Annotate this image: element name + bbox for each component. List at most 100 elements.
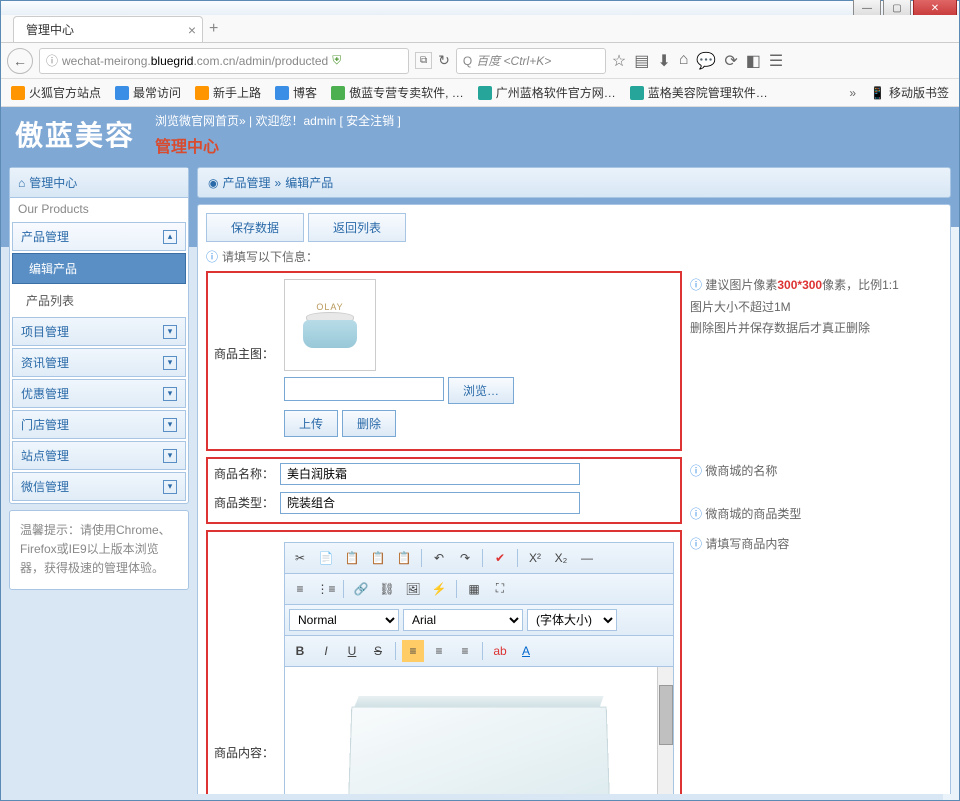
spellcheck-icon[interactable]: ✔ <box>489 547 511 569</box>
menu-icon[interactable]: ☰ <box>769 51 783 71</box>
browser-navbar: ← ⓘ wechat-meirong.bluegrid.com.cn/admin… <box>1 43 959 79</box>
image-icon[interactable]: 🖼 <box>402 578 424 600</box>
search-icon: Q <box>463 54 472 68</box>
editor-toolbar-4: B I U S ≡ ≡ ≡ ab <box>284 636 674 667</box>
textcolor-icon[interactable]: A <box>515 640 537 662</box>
size-select[interactable]: (字体大小) <box>527 609 617 631</box>
sidebar-item-products[interactable]: 产品管理▴ <box>12 222 186 251</box>
aside-image-tip: ⓘ 建议图片像素300*300像素，比例1:1 图片大小不超过1M 删除图片并保… <box>682 271 942 457</box>
pocket-icon[interactable]: ⧉ <box>415 52 432 69</box>
product-type-input[interactable] <box>280 492 580 514</box>
bookmark-firefox[interactable]: 火狐官方站点 <box>11 84 101 101</box>
flash-icon[interactable]: ⚡ <box>428 578 450 600</box>
url-bar[interactable]: ⓘ wechat-meirong.bluegrid.com.cn/admin/p… <box>39 48 409 74</box>
subscript-icon[interactable]: X₂ <box>550 547 572 569</box>
ol-icon[interactable]: ≡ <box>289 578 311 600</box>
chevron-up-icon: ▴ <box>163 230 177 244</box>
unlink-icon[interactable]: ⛓ <box>376 578 398 600</box>
file-path-input[interactable] <box>284 377 444 401</box>
download-icon[interactable]: ⬇ <box>657 51 670 71</box>
sidebar-item-projects[interactable]: 项目管理▾ <box>12 317 186 346</box>
fullscreen-icon[interactable]: ⛶ <box>489 578 511 600</box>
home-icon[interactable]: ⌂ <box>679 51 689 71</box>
bookmarks-bar: 火狐官方站点 最常访问 新手上路 博客 傲蓝专营专卖软件, … 广州蓝格软件官方… <box>1 79 959 107</box>
font-select[interactable]: Arial <box>403 609 523 631</box>
label-image: 商品主图： <box>210 275 280 370</box>
paste-word-icon[interactable]: 📋 <box>393 547 415 569</box>
chevron-down-icon: ▾ <box>163 325 177 339</box>
bookmark-blog[interactable]: 博客 <box>275 84 317 101</box>
product-name-input[interactable] <box>280 463 580 485</box>
bold-icon[interactable]: B <box>289 640 311 662</box>
italic-icon[interactable]: I <box>315 640 337 662</box>
sync-icon[interactable]: ⟳ <box>724 51 737 71</box>
sidebar-tip: 温馨提示：请使用Chrome、Firefox或IE9以上版本浏览器，获得极速的管… <box>10 511 188 589</box>
table-icon[interactable]: ▦ <box>463 578 485 600</box>
paste-text-icon[interactable]: 📋 <box>367 547 389 569</box>
ul-icon[interactable]: ⋮≡ <box>315 578 337 600</box>
editor-toolbar-2: ≡ ⋮≡ 🔗 ⛓ 🖼 ⚡ ▦ ⛶ <box>284 574 674 605</box>
header-links[interactable]: 浏览微官网首页» | 欢迎您！admin [ 安全注销 ] <box>155 112 401 129</box>
product-box-image <box>347 706 612 794</box>
sidebar-item-promo[interactable]: 优惠管理▾ <box>12 379 186 408</box>
aside-content: ⓘ 请填写商品内容 <box>682 530 942 794</box>
sidebar-item-stores[interactable]: 门店管理▾ <box>12 410 186 439</box>
sidebar-item-edit-product[interactable]: 编辑产品 <box>12 253 186 284</box>
chevron-down-icon: ▾ <box>163 387 177 401</box>
shield-icon[interactable]: ⛨ <box>332 53 341 68</box>
product-image-preview: OLAY <box>284 279 376 371</box>
browser-tab[interactable]: 管理中心 × <box>13 16 203 42</box>
align-center-icon[interactable]: ≡ <box>428 640 450 662</box>
redo-icon[interactable]: ↷ <box>454 547 476 569</box>
bookmarks-overflow[interactable]: » <box>849 86 856 100</box>
copy-icon[interactable]: 📄 <box>315 547 337 569</box>
underline-icon[interactable]: U <box>341 640 363 662</box>
browse-button[interactable]: 浏览… <box>448 377 514 404</box>
info-icon: ⓘ <box>46 52 58 69</box>
back-button[interactable]: ← <box>7 48 33 74</box>
editor-content[interactable] <box>284 667 674 794</box>
sidebar-item-product-list[interactable]: 产品列表 <box>10 286 188 315</box>
back-button[interactable]: 返回列表 <box>308 213 406 242</box>
sidebar-item-site[interactable]: 站点管理▾ <box>12 441 186 470</box>
save-button[interactable]: 保存数据 <box>206 213 304 242</box>
sidebar-subtitle: Our Products <box>10 198 188 220</box>
link-icon[interactable]: 🔗 <box>350 578 372 600</box>
breadcrumb: ◉ 产品管理 » 编辑产品 <box>197 167 951 198</box>
sidebar-item-wechat[interactable]: 微信管理▾ <box>12 472 186 501</box>
sidebar-item-news[interactable]: 资讯管理▾ <box>12 348 186 377</box>
label-name: 商品名称： <box>210 461 280 486</box>
bookmark-aolan[interactable]: 傲蓝专营专卖软件, … <box>331 84 464 101</box>
addon-icon[interactable]: ◧ <box>746 51 761 71</box>
chat-icon[interactable]: 💬 <box>696 51 716 71</box>
align-left-icon[interactable]: ≡ <box>402 640 424 662</box>
library-icon[interactable]: ▤ <box>634 51 649 71</box>
tab-close-icon[interactable]: × <box>188 22 196 38</box>
delete-button[interactable]: 删除 <box>342 410 396 437</box>
new-tab-button[interactable]: + <box>209 20 218 42</box>
cut-icon[interactable]: ✂ <box>289 547 311 569</box>
reload-button[interactable]: ↻ <box>438 52 450 69</box>
star-icon[interactable]: ☆ <box>612 51 626 71</box>
editor-scrollbar[interactable] <box>657 667 673 794</box>
hr-icon[interactable]: — <box>576 547 598 569</box>
editor-toolbar-3: Normal Arial (字体大小) <box>284 605 674 636</box>
bookmark-bluegrid[interactable]: 广州蓝格软件官方网… <box>478 84 616 101</box>
align-right-icon[interactable]: ≡ <box>454 640 476 662</box>
label-type: 商品类型： <box>210 490 280 515</box>
highlight-icon[interactable]: ab <box>489 640 511 662</box>
window-titlebar: — ▢ ✕ <box>1 1 959 15</box>
superscript-icon[interactable]: X² <box>524 547 546 569</box>
editor-toolbar: ✂ 📄 📋 📋 📋 ↶ ↷ <box>284 542 674 574</box>
paste-icon[interactable]: 📋 <box>341 547 363 569</box>
bookmark-beauty[interactable]: 蓝格美容院管理软件… <box>630 84 768 101</box>
mobile-bookmarks[interactable]: 📱移动版书签 <box>870 84 949 101</box>
sidebar-title: ⌂ 管理中心 <box>10 168 188 198</box>
bookmark-mostvisited[interactable]: 最常访问 <box>115 84 181 101</box>
bookmark-gettingstarted[interactable]: 新手上路 <box>195 84 261 101</box>
strike-icon[interactable]: S <box>367 640 389 662</box>
undo-icon[interactable]: ↶ <box>428 547 450 569</box>
upload-button[interactable]: 上传 <box>284 410 338 437</box>
search-bar[interactable]: Q 百度 <Ctrl+K> <box>456 48 606 74</box>
format-select[interactable]: Normal <box>289 609 399 631</box>
